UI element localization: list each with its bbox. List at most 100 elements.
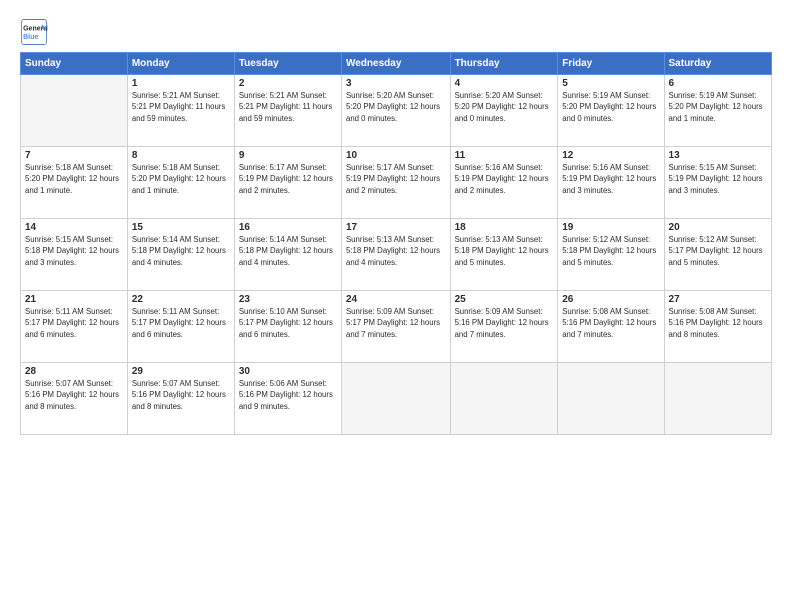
day-detail: Sunrise: 5:18 AM Sunset: 5:20 PM Dayligh…	[25, 162, 123, 196]
svg-text:Blue: Blue	[23, 34, 38, 41]
calendar-cell: 21Sunrise: 5:11 AM Sunset: 5:17 PM Dayli…	[21, 291, 128, 363]
calendar-cell	[450, 363, 558, 435]
day-number: 11	[455, 150, 554, 161]
calendar-cell: 14Sunrise: 5:15 AM Sunset: 5:18 PM Dayli…	[21, 219, 128, 291]
calendar-week-3: 14Sunrise: 5:15 AM Sunset: 5:18 PM Dayli…	[21, 219, 772, 291]
calendar-table: SundayMondayTuesdayWednesdayThursdayFrid…	[20, 52, 772, 435]
calendar-header: SundayMondayTuesdayWednesdayThursdayFrid…	[21, 53, 772, 75]
day-number: 5	[562, 78, 659, 89]
calendar-week-1: 1Sunrise: 5:21 AM Sunset: 5:21 PM Daylig…	[21, 75, 772, 147]
day-number: 6	[669, 78, 767, 89]
day-detail: Sunrise: 5:11 AM Sunset: 5:17 PM Dayligh…	[25, 306, 123, 340]
day-detail: Sunrise: 5:19 AM Sunset: 5:20 PM Dayligh…	[562, 90, 659, 124]
day-header-friday: Friday	[558, 53, 664, 75]
day-detail: Sunrise: 5:17 AM Sunset: 5:19 PM Dayligh…	[346, 162, 446, 196]
day-header-monday: Monday	[127, 53, 234, 75]
day-number: 1	[132, 78, 230, 89]
day-detail: Sunrise: 5:09 AM Sunset: 5:17 PM Dayligh…	[346, 306, 446, 340]
day-detail: Sunrise: 5:20 AM Sunset: 5:20 PM Dayligh…	[346, 90, 446, 124]
day-number: 9	[239, 150, 337, 161]
day-number: 24	[346, 294, 446, 305]
calendar-cell: 4Sunrise: 5:20 AM Sunset: 5:20 PM Daylig…	[450, 75, 558, 147]
day-number: 27	[669, 294, 767, 305]
calendar-cell: 3Sunrise: 5:20 AM Sunset: 5:20 PM Daylig…	[341, 75, 450, 147]
calendar-body: 1Sunrise: 5:21 AM Sunset: 5:21 PM Daylig…	[21, 75, 772, 435]
day-number: 17	[346, 222, 446, 233]
calendar-cell: 9Sunrise: 5:17 AM Sunset: 5:19 PM Daylig…	[234, 147, 341, 219]
day-detail: Sunrise: 5:16 AM Sunset: 5:19 PM Dayligh…	[562, 162, 659, 196]
day-number: 22	[132, 294, 230, 305]
calendar-cell: 17Sunrise: 5:13 AM Sunset: 5:18 PM Dayli…	[341, 219, 450, 291]
calendar-cell	[21, 75, 128, 147]
day-number: 21	[25, 294, 123, 305]
day-detail: Sunrise: 5:12 AM Sunset: 5:17 PM Dayligh…	[669, 234, 767, 268]
day-number: 8	[132, 150, 230, 161]
day-detail: Sunrise: 5:20 AM Sunset: 5:20 PM Dayligh…	[455, 90, 554, 124]
calendar-cell: 12Sunrise: 5:16 AM Sunset: 5:19 PM Dayli…	[558, 147, 664, 219]
day-detail: Sunrise: 5:15 AM Sunset: 5:19 PM Dayligh…	[669, 162, 767, 196]
day-detail: Sunrise: 5:10 AM Sunset: 5:17 PM Dayligh…	[239, 306, 337, 340]
calendar-cell: 8Sunrise: 5:18 AM Sunset: 5:20 PM Daylig…	[127, 147, 234, 219]
calendar-week-2: 7Sunrise: 5:18 AM Sunset: 5:20 PM Daylig…	[21, 147, 772, 219]
day-detail: Sunrise: 5:16 AM Sunset: 5:19 PM Dayligh…	[455, 162, 554, 196]
header: General Blue	[20, 18, 772, 46]
day-detail: Sunrise: 5:08 AM Sunset: 5:16 PM Dayligh…	[669, 306, 767, 340]
calendar-cell	[341, 363, 450, 435]
day-detail: Sunrise: 5:08 AM Sunset: 5:16 PM Dayligh…	[562, 306, 659, 340]
calendar-cell	[664, 363, 771, 435]
calendar-cell: 23Sunrise: 5:10 AM Sunset: 5:17 PM Dayli…	[234, 291, 341, 363]
day-number: 25	[455, 294, 554, 305]
day-detail: Sunrise: 5:21 AM Sunset: 5:21 PM Dayligh…	[239, 90, 337, 124]
day-number: 23	[239, 294, 337, 305]
day-number: 7	[25, 150, 123, 161]
calendar-cell: 19Sunrise: 5:12 AM Sunset: 5:18 PM Dayli…	[558, 219, 664, 291]
logo: General Blue	[20, 18, 48, 46]
calendar-cell: 5Sunrise: 5:19 AM Sunset: 5:20 PM Daylig…	[558, 75, 664, 147]
day-number: 4	[455, 78, 554, 89]
day-number: 15	[132, 222, 230, 233]
day-number: 20	[669, 222, 767, 233]
calendar-cell: 10Sunrise: 5:17 AM Sunset: 5:19 PM Dayli…	[341, 147, 450, 219]
calendar-cell: 18Sunrise: 5:13 AM Sunset: 5:18 PM Dayli…	[450, 219, 558, 291]
calendar-cell: 7Sunrise: 5:18 AM Sunset: 5:20 PM Daylig…	[21, 147, 128, 219]
day-header-tuesday: Tuesday	[234, 53, 341, 75]
calendar-cell: 30Sunrise: 5:06 AM Sunset: 5:16 PM Dayli…	[234, 363, 341, 435]
day-number: 13	[669, 150, 767, 161]
day-number: 3	[346, 78, 446, 89]
calendar-cell: 16Sunrise: 5:14 AM Sunset: 5:18 PM Dayli…	[234, 219, 341, 291]
calendar-cell: 15Sunrise: 5:14 AM Sunset: 5:18 PM Dayli…	[127, 219, 234, 291]
day-detail: Sunrise: 5:11 AM Sunset: 5:17 PM Dayligh…	[132, 306, 230, 340]
calendar-cell: 24Sunrise: 5:09 AM Sunset: 5:17 PM Dayli…	[341, 291, 450, 363]
day-number: 16	[239, 222, 337, 233]
svg-text:General: General	[23, 25, 48, 32]
day-number: 29	[132, 366, 230, 377]
calendar-cell: 20Sunrise: 5:12 AM Sunset: 5:17 PM Dayli…	[664, 219, 771, 291]
day-number: 26	[562, 294, 659, 305]
calendar-week-4: 21Sunrise: 5:11 AM Sunset: 5:17 PM Dayli…	[21, 291, 772, 363]
day-number: 30	[239, 366, 337, 377]
day-detail: Sunrise: 5:18 AM Sunset: 5:20 PM Dayligh…	[132, 162, 230, 196]
day-number: 18	[455, 222, 554, 233]
day-header-wednesday: Wednesday	[341, 53, 450, 75]
day-number: 2	[239, 78, 337, 89]
calendar-cell: 2Sunrise: 5:21 AM Sunset: 5:21 PM Daylig…	[234, 75, 341, 147]
day-number: 12	[562, 150, 659, 161]
day-header-thursday: Thursday	[450, 53, 558, 75]
calendar-cell: 29Sunrise: 5:07 AM Sunset: 5:16 PM Dayli…	[127, 363, 234, 435]
day-header-saturday: Saturday	[664, 53, 771, 75]
day-detail: Sunrise: 5:17 AM Sunset: 5:19 PM Dayligh…	[239, 162, 337, 196]
day-number: 19	[562, 222, 659, 233]
calendar-cell: 26Sunrise: 5:08 AM Sunset: 5:16 PM Dayli…	[558, 291, 664, 363]
day-detail: Sunrise: 5:07 AM Sunset: 5:16 PM Dayligh…	[132, 378, 230, 412]
calendar-week-5: 28Sunrise: 5:07 AM Sunset: 5:16 PM Dayli…	[21, 363, 772, 435]
calendar-cell: 11Sunrise: 5:16 AM Sunset: 5:19 PM Dayli…	[450, 147, 558, 219]
day-detail: Sunrise: 5:13 AM Sunset: 5:18 PM Dayligh…	[346, 234, 446, 268]
day-detail: Sunrise: 5:21 AM Sunset: 5:21 PM Dayligh…	[132, 90, 230, 124]
day-detail: Sunrise: 5:12 AM Sunset: 5:18 PM Dayligh…	[562, 234, 659, 268]
header-row: SundayMondayTuesdayWednesdayThursdayFrid…	[21, 53, 772, 75]
day-detail: Sunrise: 5:14 AM Sunset: 5:18 PM Dayligh…	[132, 234, 230, 268]
calendar-cell: 28Sunrise: 5:07 AM Sunset: 5:16 PM Dayli…	[21, 363, 128, 435]
day-number: 14	[25, 222, 123, 233]
day-detail: Sunrise: 5:13 AM Sunset: 5:18 PM Dayligh…	[455, 234, 554, 268]
day-detail: Sunrise: 5:14 AM Sunset: 5:18 PM Dayligh…	[239, 234, 337, 268]
